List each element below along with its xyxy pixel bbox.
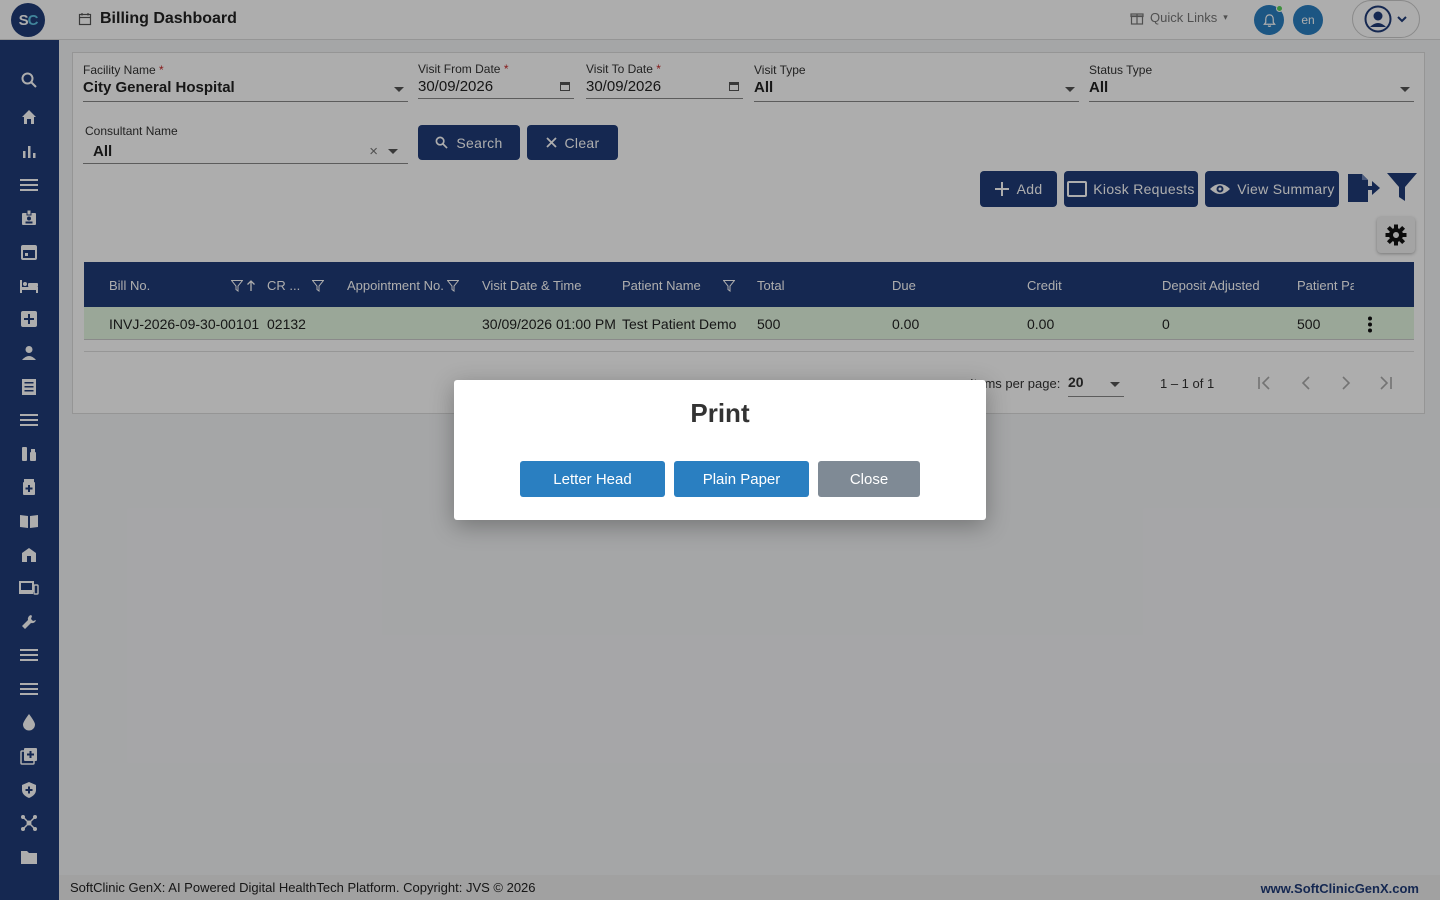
dialog-title: Print — [690, 398, 750, 428]
letter-head-button[interactable]: Letter Head — [520, 461, 665, 497]
close-button[interactable]: Close — [818, 461, 920, 497]
plain-paper-button[interactable]: Plain Paper — [674, 461, 809, 497]
print-dialog: Print Letter Head Plain Paper Close — [454, 380, 986, 520]
